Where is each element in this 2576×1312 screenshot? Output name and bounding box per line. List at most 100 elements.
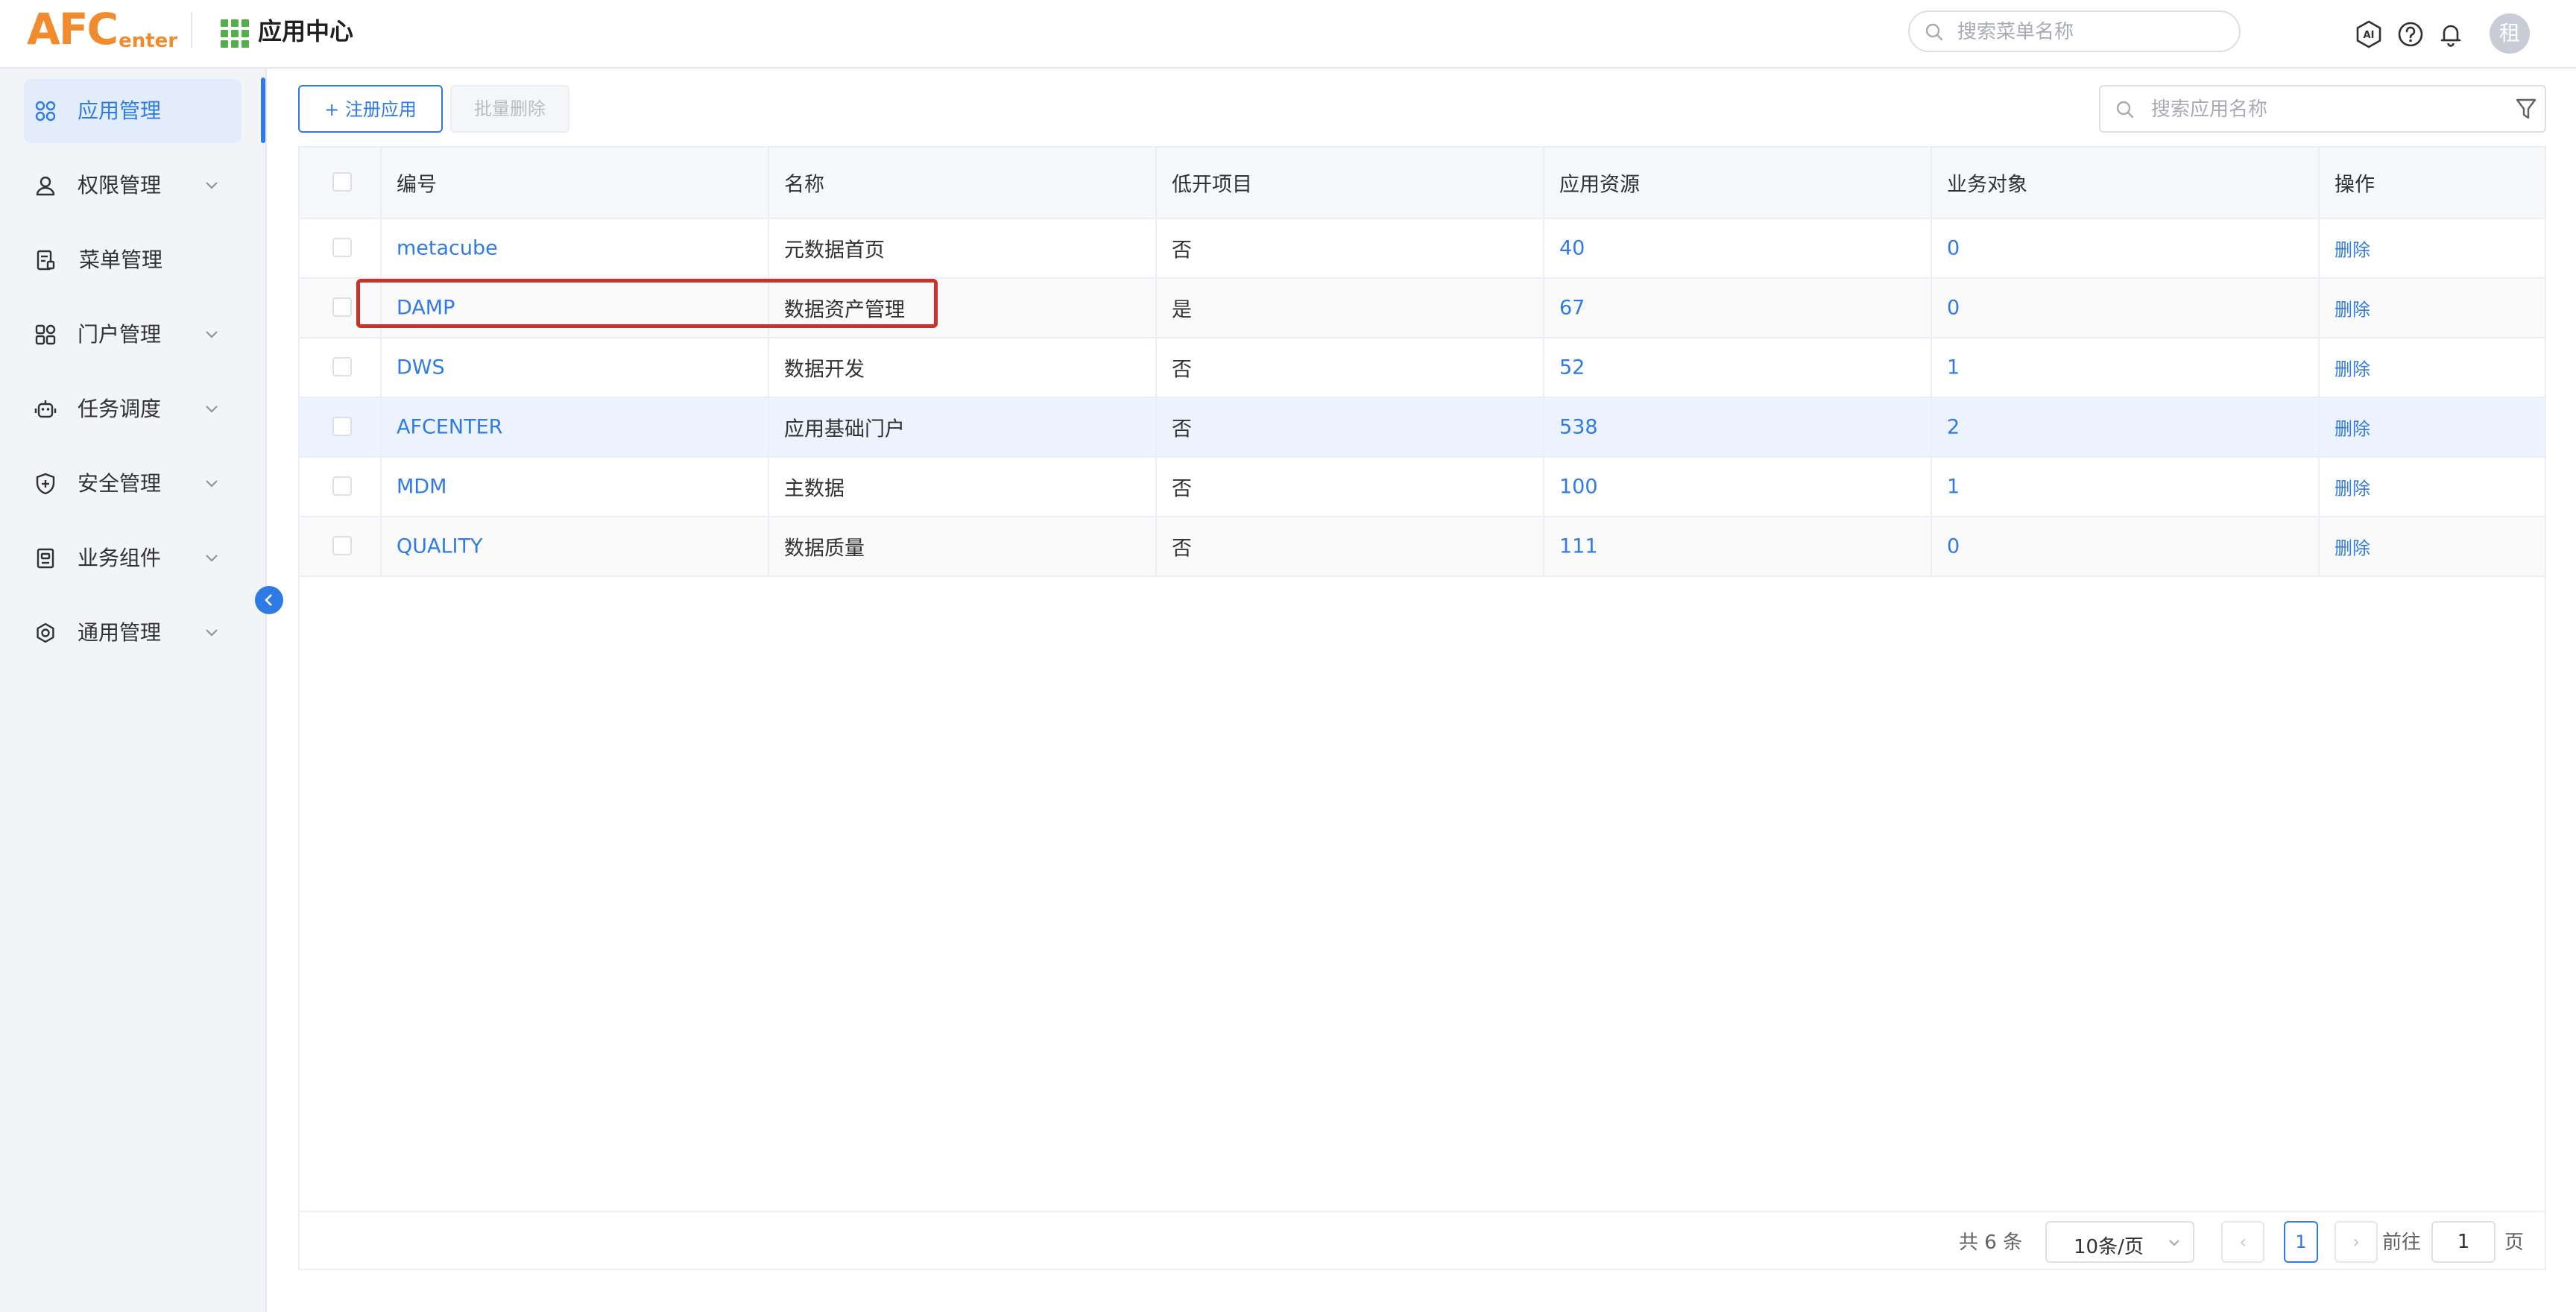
objects-link[interactable]: 0 (1947, 535, 1960, 558)
resources-link[interactable]: 67 (1559, 297, 1585, 320)
table-row[interactable]: AFCENTER 应用基础门户 否 538 2 删除 (300, 398, 2545, 458)
page-number-button[interactable]: 1 (2284, 1221, 2318, 1263)
settings-icon (37, 622, 54, 643)
sidebar-item-menu-management[interactable]: 菜单管理 (24, 228, 242, 292)
row-checkbox[interactable] (332, 536, 352, 555)
column-header: 低开项目 (1157, 148, 1544, 218)
afcenter-logo[interactable]: AFC enter (27, 6, 177, 52)
goto-page-input[interactable] (2431, 1221, 2496, 1263)
row-checkbox[interactable] (332, 297, 352, 317)
resources-link[interactable]: 52 (1559, 356, 1585, 379)
sidebar-item-general-management[interactable]: 通用管理 (24, 601, 242, 665)
app-name: 主数据 (784, 477, 845, 501)
robot-icon (34, 400, 57, 418)
page-size-select[interactable]: 10条/页 (2045, 1221, 2194, 1263)
menu-search-box[interactable] (1908, 10, 2241, 52)
row-checkbox[interactable] (332, 238, 352, 257)
menu-search-input[interactable] (1956, 18, 2227, 46)
checkbox-cell (300, 398, 382, 456)
row-checkbox[interactable] (332, 417, 352, 436)
logo-main-text: AFC (27, 4, 119, 54)
resources-cell: 52 (1544, 338, 1932, 397)
active-menu-indicator (261, 78, 265, 143)
top-header: AFC enter 应用中心 AI 租 (0, 0, 2576, 69)
code-cell: MDM (382, 458, 769, 516)
app-search-box[interactable] (2099, 85, 2546, 133)
app-code-link[interactable]: QUALITY (397, 535, 482, 558)
portal-icon (35, 324, 56, 345)
search-icon (1925, 23, 1943, 41)
delete-link[interactable]: 删除 (2334, 295, 2370, 321)
lowcode-value: 否 (1172, 358, 1192, 382)
table-row[interactable]: QUALITY 数据质量 否 111 0 删除 (300, 517, 2545, 577)
objects-cell: 0 (1932, 279, 2320, 337)
batch-delete-button[interactable]: 批量删除 (450, 85, 569, 133)
objects-link[interactable]: 0 (1947, 237, 1960, 260)
next-page-button[interactable]: › (2334, 1221, 2378, 1263)
app-search-input[interactable] (2150, 95, 2496, 124)
delete-link[interactable]: 删除 (2334, 355, 2370, 381)
chevron-down-icon (206, 555, 218, 562)
delete-link[interactable]: 删除 (2334, 534, 2370, 560)
column-header: 业务对象 (1932, 148, 2320, 218)
row-checkbox[interactable] (332, 476, 352, 496)
delete-link[interactable]: 删除 (2334, 474, 2370, 500)
actions-cell: 删除 (2320, 398, 2545, 456)
total-count: 共 6 条 (1959, 1231, 2023, 1254)
app-grid-icon[interactable] (221, 19, 249, 48)
ai-icon[interactable]: AI (2354, 19, 2384, 49)
app-code-link[interactable]: MDM (397, 476, 446, 499)
actions-cell: 删除 (2320, 279, 2545, 337)
select-all-checkbox[interactable] (332, 172, 352, 192)
help-icon[interactable] (2396, 19, 2425, 49)
bell-icon[interactable] (2436, 19, 2466, 49)
resources-link[interactable]: 111 (1559, 535, 1598, 558)
delete-link[interactable]: 删除 (2334, 236, 2370, 262)
filter-icon[interactable] (2515, 97, 2537, 121)
table-row[interactable]: MDM 主数据 否 100 1 删除 (300, 458, 2545, 517)
resources-link[interactable]: 538 (1559, 416, 1598, 439)
lowcode-cell: 否 (1157, 338, 1544, 397)
resources-cell: 538 (1544, 398, 1932, 456)
sidebar-item-portal-management[interactable]: 门户管理 (24, 303, 242, 367)
delete-link[interactable]: 删除 (2334, 414, 2370, 441)
column-header: 编号 (382, 148, 769, 218)
column-header-actions: 操作 (2334, 173, 2375, 197)
sidebar-collapse-button[interactable] (255, 586, 283, 614)
lowcode-value: 否 (1172, 239, 1192, 262)
app-code-link[interactable]: DWS (397, 356, 445, 379)
lowcode-cell: 否 (1157, 219, 1544, 277)
register-app-button[interactable]: + 注册应用 (298, 85, 443, 133)
sidebar-item-security-management[interactable]: 安全管理 (24, 452, 242, 516)
name-cell: 数据质量 (769, 517, 1157, 575)
row-checkbox[interactable] (332, 357, 352, 376)
objects-cell: 1 (1932, 338, 2320, 397)
page-size-value: 10条/页 (2074, 1236, 2144, 1258)
prev-page-button[interactable]: ‹ (2221, 1221, 2264, 1263)
sidebar-item-task-scheduling[interactable]: 任务调度 (24, 377, 242, 441)
svg-text:AI: AI (2364, 30, 2375, 41)
objects-link[interactable]: 1 (1947, 356, 1960, 379)
resources-link[interactable]: 100 (1559, 476, 1598, 499)
lowcode-value: 否 (1172, 477, 1192, 501)
objects-link[interactable]: 0 (1947, 297, 1960, 320)
sidebar-item-app-management[interactable]: 应用管理 (24, 79, 242, 143)
app-code-link[interactable]: AFCENTER (397, 416, 502, 439)
app-code-link[interactable]: metacube (397, 237, 498, 260)
sidebar-item-permission-management[interactable]: 权限管理 (24, 154, 242, 218)
objects-link[interactable]: 1 (1947, 476, 1960, 499)
lowcode-cell: 否 (1157, 458, 1544, 516)
column-header-lowcode: 低开项目 (1172, 173, 1252, 197)
objects-link[interactable]: 2 (1947, 416, 1960, 439)
column-header-name: 名称 (784, 173, 824, 197)
lowcode-value: 否 (1172, 417, 1192, 441)
sidebar-item-business-components[interactable]: 业务组件 (24, 526, 242, 590)
resources-cell: 111 (1544, 517, 1932, 575)
table-row[interactable]: DWS 数据开发 否 52 1 删除 (300, 338, 2545, 398)
lowcode-value: 是 (1172, 298, 1192, 322)
resources-link[interactable]: 40 (1559, 237, 1585, 260)
component-icon (37, 548, 54, 569)
user-avatar[interactable]: 租 (2490, 13, 2530, 54)
chevron-left-icon (265, 594, 272, 606)
table-row[interactable]: metacube 元数据首页 否 40 0 删除 (300, 219, 2545, 279)
